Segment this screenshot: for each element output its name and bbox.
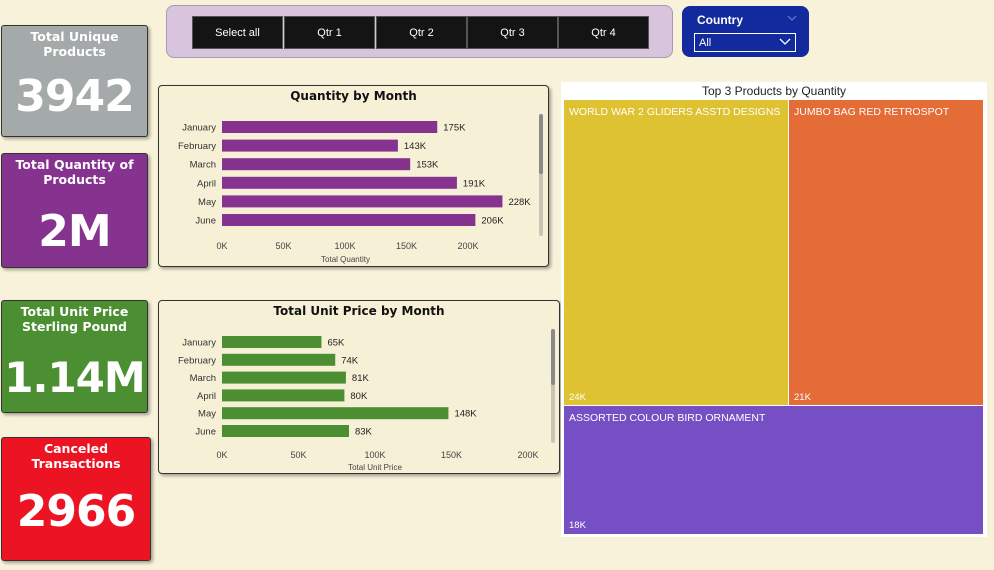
kpi-total-unit-price: Total Unit Price Sterling Pound 1.14M (1, 300, 148, 413)
slicer-qtr2-button[interactable]: Qtr 2 (376, 16, 467, 49)
slicer-qtr4-button[interactable]: Qtr 4 (558, 16, 649, 49)
category-label: June (195, 216, 216, 227)
treemap-title: Top 3 Products by Quantity (701, 84, 847, 98)
category-label: April (197, 391, 216, 402)
quarter-slicer: Select all Qtr 1 Qtr 2 Qtr 3 Qtr 4 (166, 5, 673, 58)
category-label: February (178, 141, 216, 152)
chevron-down-icon[interactable] (787, 13, 797, 24)
bar (222, 353, 336, 366)
kpi-value: 2966 (16, 486, 136, 537)
kpi-title: Total Unit Price Sterling Pound (20, 304, 129, 334)
tick-label: 100K (334, 241, 355, 251)
kpi-title: Canceled Transactions (31, 441, 121, 471)
category-label: January (182, 123, 216, 134)
tick-label: 50K (275, 241, 291, 251)
x-axis-label: Total Unit Price (348, 463, 402, 472)
kpi-title: Total Unique Products (30, 29, 119, 59)
bar (222, 407, 449, 420)
tick-label: 50K (290, 450, 306, 460)
kpi-value: 2M (38, 206, 111, 257)
data-label: 175K (443, 123, 466, 134)
data-label: 81K (352, 373, 370, 384)
kpi-total-quantity: Total Quantity of Products 2M (1, 153, 148, 268)
data-label: 143K (404, 141, 427, 152)
kpi-total-unique-products: Total Unique Products 3942 (1, 25, 148, 137)
data-label: 206K (481, 216, 504, 227)
data-label: 148K (454, 409, 477, 420)
quantity-bar-chart-svg: January 175K February 143K March 153K April 191… (178, 121, 531, 264)
scrollbar-thumb[interactable] (551, 329, 555, 385)
category-label: May (198, 197, 216, 208)
bar (222, 176, 457, 189)
tick-label: 0K (216, 241, 227, 251)
treemap-cell-label: JUMBO BAG RED RETROSPOT (794, 106, 950, 118)
quantity-by-month-chart: Quantity by Month January 175K February 143… (158, 85, 549, 267)
bar (222, 389, 345, 402)
tick-label: 200K (517, 450, 538, 460)
country-filter: Country All (682, 6, 809, 57)
x-axis-label: Total Quantity (321, 255, 370, 264)
treemap-cell-label: ASSORTED COLOUR BIRD ORNAMENT (569, 412, 766, 424)
bar (222, 195, 503, 208)
price-bar-chart-svg: January 65K February 74K March 81K April 80K May… (178, 336, 539, 472)
scrollbar[interactable] (551, 329, 555, 443)
scrollbar-thumb[interactable] (539, 114, 543, 174)
bar (222, 371, 346, 384)
bar (222, 214, 476, 226)
treemap-cell-label: WORLD WAR 2 GLIDERS ASSTD DESIGNS (569, 106, 781, 118)
bar (222, 425, 349, 437)
tick-label: 0K (216, 450, 227, 460)
kpi-canceled-transactions: Canceled Transactions 2966 (1, 437, 151, 561)
bar (222, 139, 398, 152)
category-label: April (197, 178, 216, 189)
kpi-value: 1.14M (4, 353, 145, 402)
category-label: January (182, 338, 216, 349)
data-label: 153K (416, 160, 439, 171)
treemap-cell[interactable]: WORLD WAR 2 GLIDERS ASSTD DESIGNS 24K (563, 99, 790, 407)
bar (222, 121, 438, 133)
treemap-cell[interactable]: ASSORTED COLOUR BIRD ORNAMENT 18K (563, 405, 984, 535)
category-label: June (195, 427, 216, 438)
unit-price-by-month-chart: Total Unit Price by Month January 65K Febr… (158, 300, 560, 474)
data-label: 65K (327, 338, 345, 349)
slicer-qtr1-button[interactable]: Qtr 1 (284, 16, 375, 49)
treemap-cell[interactable]: JUMBO BAG RED RETROSPOT 21K (788, 99, 984, 407)
kpi-title: Total Quantity of Products (15, 157, 134, 187)
tick-label: 100K (364, 450, 385, 460)
bar (222, 158, 411, 171)
top-products-treemap: Top 3 Products by Quantity WORLD WAR 2 G… (561, 82, 987, 537)
data-label: 83K (355, 427, 373, 438)
treemap-cell-value: 21K (794, 392, 811, 403)
tick-label: 150K (396, 241, 417, 251)
tick-label: 150K (441, 450, 462, 460)
category-label: March (190, 373, 216, 384)
scrollbar[interactable] (539, 114, 543, 236)
data-label: 228K (508, 197, 531, 208)
category-label: February (178, 355, 216, 366)
data-label: 191K (463, 178, 486, 189)
country-selected-value: All (699, 36, 712, 49)
slicer-select-all-button[interactable]: Select all (192, 16, 283, 49)
country-dropdown[interactable]: All (694, 33, 796, 52)
data-label: 80K (350, 391, 368, 402)
category-label: May (198, 409, 216, 420)
country-filter-title: Country (697, 13, 743, 27)
dropdown-arrow-icon (778, 35, 792, 52)
treemap-cell-value: 24K (569, 392, 586, 403)
treemap-cell-value: 18K (569, 520, 586, 531)
tick-label: 200K (457, 241, 478, 251)
bar (222, 336, 322, 348)
category-label: March (190, 160, 216, 171)
slicer-qtr3-button[interactable]: Qtr 3 (467, 16, 558, 49)
data-label: 74K (341, 355, 359, 366)
kpi-value: 3942 (15, 71, 134, 122)
